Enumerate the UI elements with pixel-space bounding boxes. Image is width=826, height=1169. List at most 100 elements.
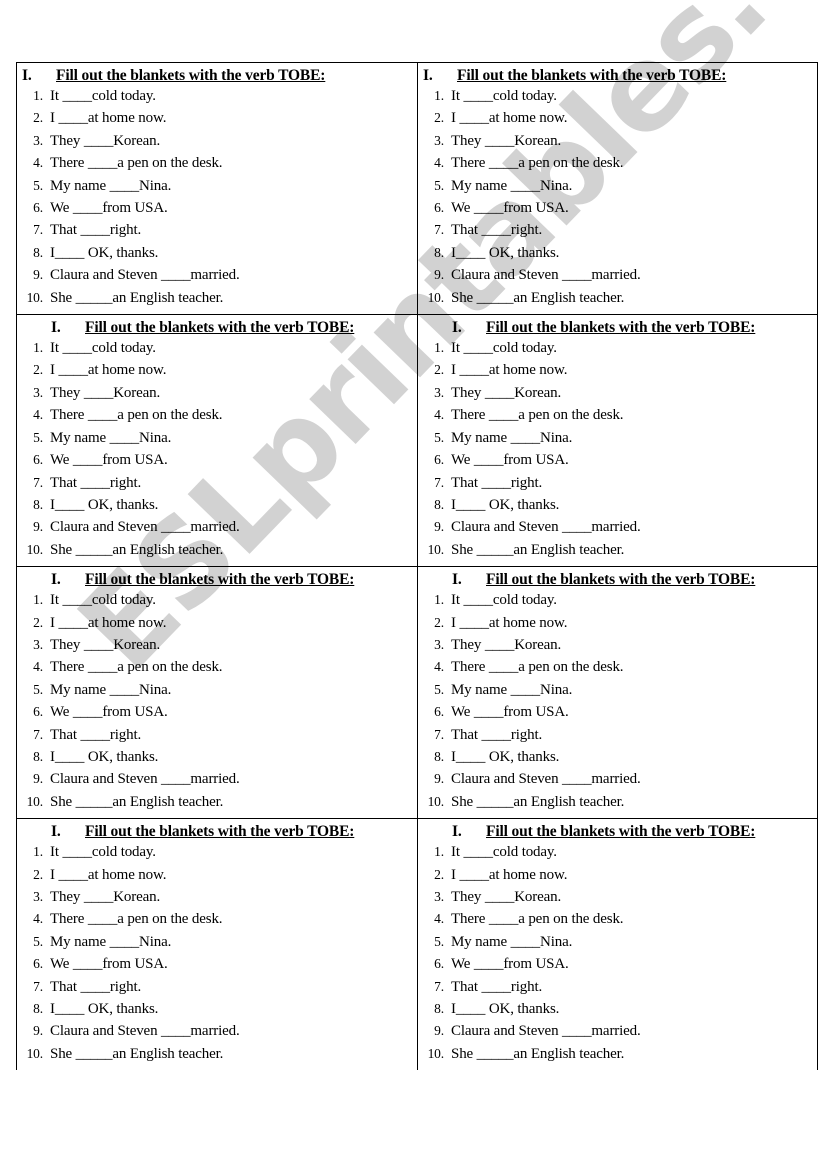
question-text[interactable]: Claura and Steven ____married. xyxy=(50,264,240,286)
question-text[interactable]: It ____cold today. xyxy=(50,589,156,611)
question-text[interactable]: I____ OK, thanks. xyxy=(50,242,158,264)
question-text[interactable]: I____ OK, thanks. xyxy=(451,494,559,516)
question-text[interactable]: That ____right. xyxy=(50,976,141,998)
question-text[interactable]: My name ____Nina. xyxy=(451,679,572,701)
question-text[interactable]: It ____cold today. xyxy=(50,841,156,863)
block-heading-text: Fill out the blankets with the verb TOBE… xyxy=(457,67,727,84)
block-heading-numeral: I. xyxy=(452,571,462,589)
question-text[interactable]: There ____a pen on the desk. xyxy=(451,152,624,174)
question-item: 8. I____ OK, thanks. xyxy=(17,746,417,768)
question-text[interactable]: We ____from USA. xyxy=(50,701,168,723)
question-text[interactable]: I____ OK, thanks. xyxy=(451,746,559,768)
question-text[interactable]: She _____an English teacher. xyxy=(50,287,223,309)
question-text[interactable]: That ____right. xyxy=(50,219,141,241)
question-text[interactable]: My name ____Nina. xyxy=(451,427,572,449)
question-text[interactable]: They ____Korean. xyxy=(50,382,160,404)
question-text[interactable]: That ____right. xyxy=(451,472,542,494)
question-text[interactable]: I ____at home now. xyxy=(451,359,567,381)
question-text[interactable]: That ____right. xyxy=(451,724,542,746)
question-text[interactable]: We ____from USA. xyxy=(451,197,569,219)
question-text[interactable]: I ____at home now. xyxy=(50,864,166,886)
question-text[interactable]: She _____an English teacher. xyxy=(451,287,624,309)
question-text[interactable]: It ____cold today. xyxy=(451,337,557,359)
question-text[interactable]: We ____from USA. xyxy=(50,197,168,219)
question-item: 7. That ____right. xyxy=(17,219,417,241)
question-text[interactable]: They ____Korean. xyxy=(451,382,561,404)
question-text[interactable]: That ____right. xyxy=(50,472,141,494)
question-text[interactable]: We ____from USA. xyxy=(451,449,569,471)
question-text[interactable]: They ____Korean. xyxy=(50,130,160,152)
question-item: 6. We ____from USA. xyxy=(418,197,817,219)
question-text[interactable]: We ____from USA. xyxy=(50,953,168,975)
question-text[interactable]: I ____at home now. xyxy=(451,612,567,634)
question-text[interactable]: I ____at home now. xyxy=(451,864,567,886)
block-heading-text: Fill out the blankets with the verb TOBE… xyxy=(85,319,355,337)
question-text[interactable]: I____ OK, thanks. xyxy=(451,998,559,1020)
worksheet-block: I. Fill out the blankets with the verb TO… xyxy=(417,315,818,567)
question-number: 9. xyxy=(33,519,43,535)
block-heading-text: Fill out the blankets with the verb TOBE… xyxy=(85,823,355,841)
question-text[interactable]: We ____from USA. xyxy=(451,953,569,975)
question-number: 10. xyxy=(427,541,445,557)
question-text[interactable]: I____ OK, thanks. xyxy=(50,746,158,768)
question-text[interactable]: It ____cold today. xyxy=(451,85,557,107)
question-text[interactable]: Claura and Steven ____married. xyxy=(451,1020,641,1042)
question-item: 5. My name ____Nina. xyxy=(418,175,817,197)
question-text[interactable]: There ____a pen on the desk. xyxy=(50,404,223,426)
question-number: 6. xyxy=(434,200,444,216)
question-text[interactable]: They ____Korean. xyxy=(451,634,561,656)
question-text[interactable]: Claura and Steven ____married. xyxy=(451,768,641,790)
question-text[interactable]: My name ____Nina. xyxy=(451,175,572,197)
question-item: 7. That ____right. xyxy=(17,472,417,494)
question-text[interactable]: That ____right. xyxy=(451,976,542,998)
question-text[interactable]: They ____Korean. xyxy=(451,130,561,152)
question-item: 9. Claura and Steven ____married. xyxy=(418,768,817,790)
question-item: 10. She _____an English teacher. xyxy=(418,791,817,813)
question-number: 1. xyxy=(434,88,444,103)
question-text[interactable]: It ____cold today. xyxy=(50,85,156,107)
question-text[interactable]: That ____right. xyxy=(451,219,542,241)
question-text[interactable]: There ____a pen on the desk. xyxy=(50,656,223,678)
question-text[interactable]: There ____a pen on the desk. xyxy=(50,908,223,930)
question-text[interactable]: I ____at home now. xyxy=(50,359,166,381)
question-text[interactable]: I ____at home now. xyxy=(50,107,166,129)
question-text[interactable]: We ____from USA. xyxy=(451,701,569,723)
question-text[interactable]: There ____a pen on the desk. xyxy=(451,908,624,930)
question-text[interactable]: I ____at home now. xyxy=(50,612,166,634)
question-text[interactable]: Claura and Steven ____married. xyxy=(50,516,240,538)
question-item: 3. They ____Korean. xyxy=(17,130,417,152)
question-text[interactable]: My name ____Nina. xyxy=(451,931,572,953)
question-text[interactable]: There ____a pen on the desk. xyxy=(451,404,624,426)
question-text[interactable]: She _____an English teacher. xyxy=(451,539,624,561)
question-text[interactable]: We ____from USA. xyxy=(50,449,168,471)
question-text[interactable]: She _____an English teacher. xyxy=(451,1043,624,1065)
question-text[interactable]: Claura and Steven ____married. xyxy=(451,264,641,286)
question-text[interactable]: My name ____Nina. xyxy=(50,931,171,953)
question-item: 4. There ____a pen on the desk. xyxy=(17,152,417,174)
question-text[interactable]: There ____a pen on the desk. xyxy=(50,152,223,174)
question-text[interactable]: I____ OK, thanks. xyxy=(50,494,158,516)
question-text[interactable]: Claura and Steven ____married. xyxy=(451,516,641,538)
question-item: 10. She _____an English teacher. xyxy=(17,791,417,813)
question-text[interactable]: My name ____Nina. xyxy=(50,679,171,701)
question-text[interactable]: I____ OK, thanks. xyxy=(451,242,559,264)
question-text[interactable]: That ____right. xyxy=(50,724,141,746)
question-text[interactable]: It ____cold today. xyxy=(451,841,557,863)
question-text[interactable]: My name ____Nina. xyxy=(50,175,171,197)
question-text[interactable]: My name ____Nina. xyxy=(50,427,171,449)
question-text[interactable]: Claura and Steven ____married. xyxy=(50,1020,240,1042)
question-number: 8. xyxy=(33,244,43,260)
question-text[interactable]: They ____Korean. xyxy=(451,886,561,908)
question-text[interactable]: I ____at home now. xyxy=(451,107,567,129)
question-text[interactable]: They ____Korean. xyxy=(50,886,160,908)
question-text[interactable]: It ____cold today. xyxy=(50,337,156,359)
question-text[interactable]: She _____an English teacher. xyxy=(50,791,223,813)
question-text[interactable]: It ____cold today. xyxy=(451,589,557,611)
question-text[interactable]: She _____an English teacher. xyxy=(451,791,624,813)
question-text[interactable]: There ____a pen on the desk. xyxy=(451,656,624,678)
question-text[interactable]: She _____an English teacher. xyxy=(50,539,223,561)
question-text[interactable]: She _____an English teacher. xyxy=(50,1043,223,1065)
question-text[interactable]: They ____Korean. xyxy=(50,634,160,656)
question-text[interactable]: I____ OK, thanks. xyxy=(50,998,158,1020)
question-text[interactable]: Claura and Steven ____married. xyxy=(50,768,240,790)
